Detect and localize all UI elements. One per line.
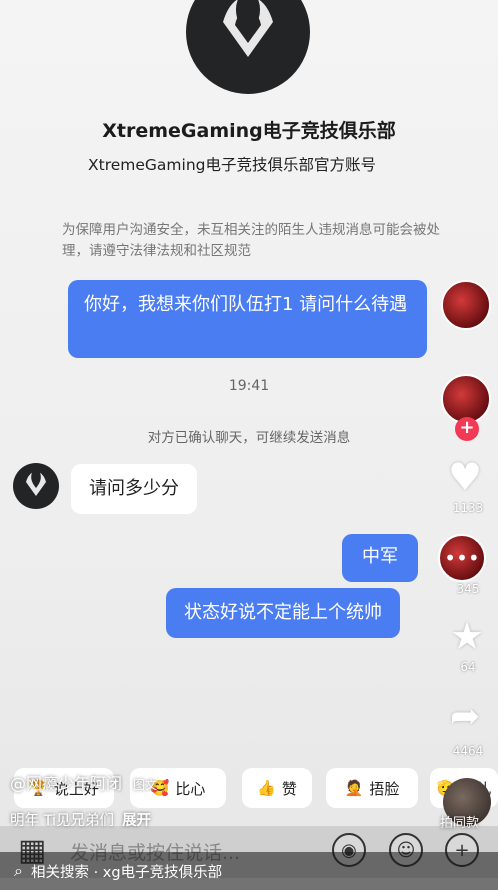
facepalm-emoji-icon: 🤦 <box>344 779 364 797</box>
club-description: XtremeGaming电子竞技俱乐部官方账号 <box>88 156 376 174</box>
favorite-count: 64 <box>460 660 476 674</box>
comment-icon[interactable]: ••• <box>438 534 486 582</box>
sent-message[interactable]: 你好，我想来你们队伍打1 请问什么待遇 <box>68 280 427 358</box>
club-avatar-small[interactable] <box>13 463 59 509</box>
club-title: XtremeGaming电子竞技俱乐部 <box>102 120 396 142</box>
post-type-badge: 图文 <box>133 778 158 792</box>
follow-plus-button[interactable]: + <box>455 417 479 441</box>
share-arrow-icon[interactable]: ➦ <box>450 696 480 737</box>
related-search-bar[interactable]: ⌕ 相关搜索 · xg电子竞技俱乐部 <box>0 852 498 890</box>
sent-message[interactable]: 状态好说不定能上个统帅 <box>166 588 400 638</box>
reaction-chip[interactable]: 👍 赞 <box>242 768 312 808</box>
sent-message[interactable]: 中军 <box>342 534 418 582</box>
like-count: 1133 <box>452 501 484 515</box>
like-heart-icon[interactable]: ♥ <box>448 455 482 499</box>
xg-logo-icon <box>26 472 46 496</box>
favorite-star-icon[interactable]: ★ <box>450 614 484 658</box>
thumbs-up-emoji-icon: 👍 <box>257 779 276 797</box>
received-message[interactable]: 请问多少分 <box>71 464 197 514</box>
club-avatar-large[interactable] <box>186 0 310 94</box>
message-timestamp: 19:41 <box>228 378 270 394</box>
comment-count: 345 <box>456 582 480 596</box>
share-count: 4464 <box>452 744 484 758</box>
safety-notice: 为保障用户沟通安全，未互相关注的陌生人违规消息可能会被处理，请遵守法律法规和社区… <box>62 222 440 259</box>
system-message: 对方已确认聊天，可继续发送消息 <box>147 430 351 446</box>
search-icon: ⌕ <box>14 861 23 880</box>
xg-logo-icon <box>223 0 273 57</box>
user-avatar[interactable] <box>441 280 491 330</box>
reaction-chip[interactable]: 🤦 捂脸 <box>326 768 418 808</box>
video-author[interactable]: @网瘾少年阿闭 图文 <box>10 770 157 794</box>
